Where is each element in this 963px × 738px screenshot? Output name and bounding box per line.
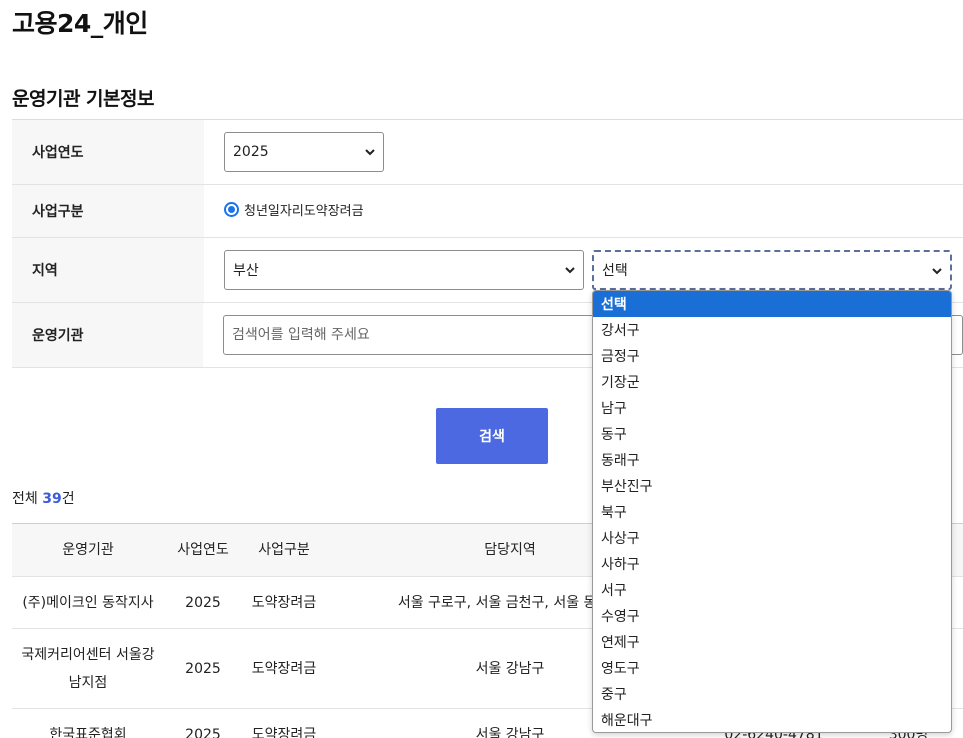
table-cell: 도약장려금 bbox=[251, 594, 317, 611]
year-select[interactable]: 2025 bbox=[224, 132, 384, 172]
city-select-value: 부산 bbox=[233, 263, 259, 279]
city-select[interactable]: 부산 bbox=[224, 250, 584, 290]
dropdown-option[interactable]: 동래구 bbox=[593, 447, 951, 473]
dropdown-option[interactable]: 해운대구 bbox=[593, 707, 951, 732]
district-select[interactable]: 선택 bbox=[592, 250, 952, 290]
type-label: 사업구분 bbox=[12, 185, 204, 237]
type-radio-option[interactable]: 청년일자리도약장려금 bbox=[224, 200, 364, 219]
result-count: 전체 39건 bbox=[12, 491, 75, 507]
result-count-number: 39 bbox=[42, 491, 62, 507]
dropdown-option[interactable]: 중구 bbox=[593, 681, 951, 707]
form-row-year: 사업연도 2025 bbox=[12, 120, 963, 185]
table-cell: (주)메이크인 동작지사 bbox=[22, 594, 154, 611]
table-cell: 2025 bbox=[185, 660, 221, 677]
radio-checked-icon[interactable] bbox=[224, 201, 239, 217]
column-header: 사업연도 bbox=[177, 542, 229, 558]
table-cell: 도약장려금 bbox=[251, 727, 317, 738]
dropdown-option[interactable]: 기장군 bbox=[593, 369, 951, 395]
form-row-type: 사업구분 청년일자리도약장려금 bbox=[12, 185, 963, 238]
year-label: 사업연도 bbox=[12, 120, 204, 184]
search-button[interactable]: 검색 bbox=[436, 408, 548, 464]
dropdown-option[interactable]: 연제구 bbox=[593, 629, 951, 655]
dropdown-option[interactable]: 수영구 bbox=[593, 603, 951, 629]
dropdown-option[interactable]: 남구 bbox=[593, 395, 951, 421]
org-label: 운영기관 bbox=[12, 303, 203, 367]
dropdown-option[interactable]: 사상구 bbox=[593, 525, 951, 551]
table-cell: 2025 bbox=[185, 594, 221, 611]
column-header: 운영기관 bbox=[62, 542, 114, 558]
dropdown-option[interactable]: 북구 bbox=[593, 499, 951, 525]
chevron-down-icon bbox=[932, 268, 942, 275]
chevron-down-icon bbox=[565, 267, 575, 274]
year-select-value: 2025 bbox=[233, 144, 269, 160]
chevron-down-icon bbox=[365, 149, 375, 156]
dropdown-option[interactable]: 강서구 bbox=[593, 317, 951, 343]
dropdown-option[interactable]: 부산진구 bbox=[593, 473, 951, 499]
dropdown-option[interactable]: 영도구 bbox=[593, 655, 951, 681]
page-title: 고용24_개인 bbox=[12, 9, 148, 38]
dropdown-option[interactable]: 동구 bbox=[593, 421, 951, 447]
table-cell: 2025 bbox=[185, 727, 221, 738]
type-radio-label: 청년일자리도약장려금 bbox=[244, 203, 364, 219]
column-header: 사업구분 bbox=[258, 542, 310, 558]
dropdown-option[interactable]: 사하구 bbox=[593, 551, 951, 577]
dropdown-option[interactable]: 선택 bbox=[593, 291, 951, 317]
table-cell: 국제커리어센터 서울강남지점 bbox=[21, 646, 155, 691]
dropdown-option[interactable]: 금정구 bbox=[593, 343, 951, 369]
table-cell: 한국표준협회 bbox=[49, 727, 127, 738]
region-label: 지역 bbox=[12, 238, 204, 302]
district-select-value: 선택 bbox=[602, 263, 628, 279]
table-cell: 도약장려금 bbox=[251, 660, 317, 677]
dropdown-option[interactable]: 서구 bbox=[593, 577, 951, 603]
district-dropdown-list: 선택 강서구 금정구 기장군 남구 동구 동래구 부산진구 북구 사상구 사하구… bbox=[592, 290, 952, 733]
section-title: 운영기관 기본정보 bbox=[12, 88, 154, 110]
